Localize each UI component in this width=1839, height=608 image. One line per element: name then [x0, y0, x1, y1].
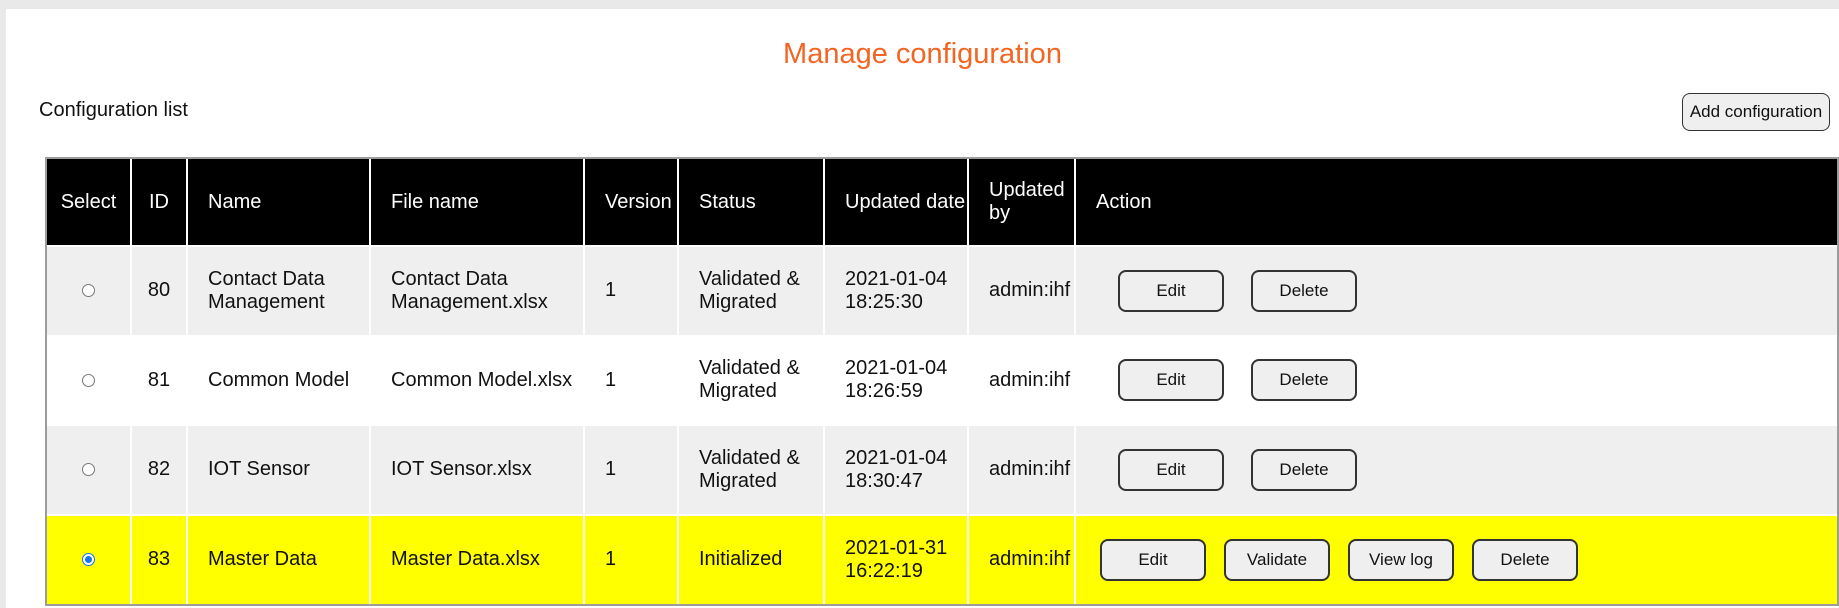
page-title: Manage configuration — [783, 38, 1062, 70]
delete-button[interactable]: Delete — [1472, 538, 1578, 581]
cell-file-name: Master Data.xlsx — [370, 514, 585, 604]
cell-name: Master Data — [187, 514, 371, 604]
edit-button[interactable]: Edit — [1118, 359, 1224, 402]
actions-cell: Edit Validate View log Delete — [1075, 514, 1837, 604]
delete-button[interactable]: Delete — [1251, 359, 1357, 402]
header-version: Version — [584, 159, 679, 247]
cell-version: 1 — [584, 514, 679, 604]
actions-cell: Edit Delete — [1075, 425, 1837, 516]
cell-file-name: Contact Data Management.xlsx — [370, 246, 585, 337]
delete-button[interactable]: Delete — [1251, 448, 1357, 491]
select-cell — [47, 425, 132, 516]
actions-cell: Edit Delete — [1075, 246, 1837, 337]
table-row[interactable]: 81 Common Model Common Model.xlsx 1 Validate… — [47, 335, 1837, 426]
cell-status: Validated & Migrated — [678, 425, 825, 516]
header-updated-by: Updated by — [968, 159, 1076, 247]
validate-button[interactable]: Validate — [1224, 538, 1330, 581]
select-radio[interactable] — [82, 553, 95, 567]
cell-id: 83 — [131, 514, 188, 604]
select-radio[interactable] — [82, 373, 95, 387]
configuration-table: Select ID Name File name Version Status … — [45, 157, 1839, 606]
cell-updated-date: 2021-01-31 16:22:19 — [824, 514, 969, 604]
configuration-list-label: Configuration list — [39, 99, 188, 121]
cell-updated-by: admin:ihf — [968, 425, 1076, 516]
table-header-row: Select ID Name File name Version Status … — [47, 159, 1837, 247]
table-row[interactable]: 83 Master Data Master Data.xlsx 1 Initialize… — [47, 514, 1837, 604]
header-select: Select — [47, 159, 132, 247]
delete-button[interactable]: Delete — [1251, 269, 1357, 312]
table-row[interactable]: 82 IOT Sensor IOT Sensor.xlsx 1 Validated & … — [47, 425, 1837, 516]
select-radio[interactable] — [82, 284, 95, 298]
cell-version: 1 — [584, 335, 679, 426]
select-cell — [47, 514, 132, 604]
select-cell — [47, 335, 132, 426]
table-row[interactable]: 80 Contact Data Management Contact Data Ma… — [47, 246, 1837, 337]
cell-version: 1 — [584, 246, 679, 337]
cell-name: Common Model — [187, 335, 371, 426]
cell-id: 80 — [131, 246, 188, 337]
edit-button[interactable]: Edit — [1118, 448, 1224, 491]
edit-button[interactable]: Edit — [1118, 269, 1224, 312]
config-panel: Manage configuration Configuration list … — [6, 9, 1839, 608]
cell-status: Validated & Migrated — [678, 246, 825, 337]
cell-status: Validated & Migrated — [678, 335, 825, 426]
header-updated-date: Updated date — [824, 159, 969, 247]
cell-file-name: IOT Sensor.xlsx — [370, 425, 585, 516]
edit-button[interactable]: Edit — [1100, 538, 1206, 581]
actions-cell: Edit Delete — [1075, 335, 1837, 426]
select-cell — [47, 246, 132, 337]
cell-version: 1 — [584, 425, 679, 516]
cell-id: 82 — [131, 425, 188, 516]
header-id: ID — [131, 159, 188, 247]
cell-id: 81 — [131, 335, 188, 426]
header-name: Name — [187, 159, 371, 247]
cell-updated-by: admin:ihf — [968, 514, 1076, 604]
select-radio[interactable] — [82, 463, 95, 477]
header-file-name: File name — [370, 159, 585, 247]
header-status: Status — [678, 159, 825, 247]
cell-file-name: Common Model.xlsx — [370, 335, 585, 426]
cell-updated-date: 2021-01-04 18:30:47 — [824, 425, 969, 516]
cell-updated-date: 2021-01-04 18:26:59 — [824, 335, 969, 426]
cell-status: Initialized — [678, 514, 825, 604]
cell-updated-by: admin:ihf — [968, 335, 1076, 426]
cell-name: IOT Sensor — [187, 425, 371, 516]
cell-updated-by: admin:ihf — [968, 246, 1076, 337]
cell-name: Contact Data Management — [187, 246, 371, 337]
view-log-button[interactable]: View log — [1348, 538, 1454, 581]
cell-updated-date: 2021-01-04 18:25:30 — [824, 246, 969, 337]
header-action: Action — [1075, 159, 1837, 247]
add-configuration-button[interactable]: Add configuration — [1682, 93, 1830, 131]
